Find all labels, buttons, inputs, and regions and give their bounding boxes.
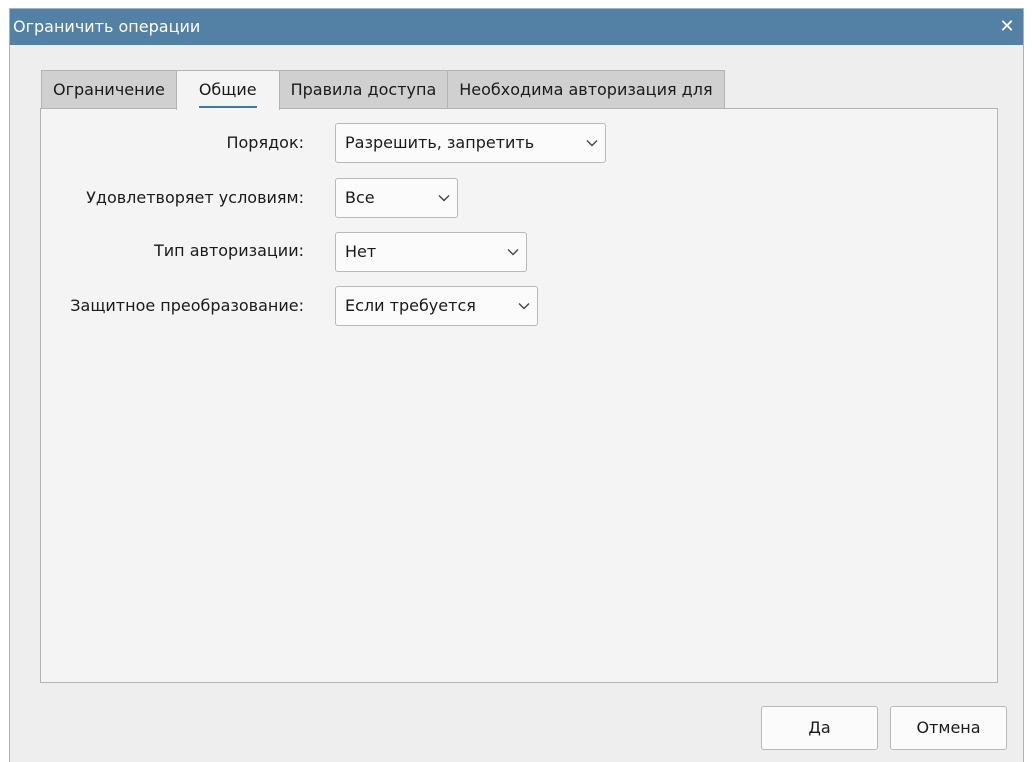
order-select[interactable]: Разрешить, запретить: [335, 123, 606, 163]
chevron-down-icon: [518, 303, 530, 310]
tab-restriction[interactable]: Ограничение: [41, 70, 177, 109]
satisfy-select-value: Все: [345, 188, 375, 207]
auth-type-select[interactable]: Нет: [335, 232, 527, 272]
order-select-value: Разрешить, запретить: [345, 133, 535, 152]
tab-panel-general: Порядок: Разрешить, запретить Удовлетвор…: [40, 108, 998, 683]
encryption-label: Защитное преобразование:: [70, 296, 304, 315]
chevron-down-icon: [507, 249, 519, 256]
tab-bar: Ограничение Общие Правила доступа Необхо…: [41, 70, 725, 110]
tab-auth-required[interactable]: Необходима авторизация для: [447, 70, 725, 109]
encryption-select[interactable]: Если требуется: [335, 286, 538, 326]
encryption-select-value: Если требуется: [345, 296, 476, 315]
tab-label: Общие: [198, 74, 257, 108]
tab-access-rules[interactable]: Правила доступа: [278, 70, 449, 109]
dialog-window: Ограничить операции ✕ Ограничение Общие …: [10, 9, 1023, 762]
tab-label: Необходима авторизация для: [459, 80, 713, 99]
tab-label: Ограничение: [53, 80, 165, 99]
chevron-down-icon: [586, 140, 598, 147]
tab-label: Правила доступа: [290, 80, 437, 99]
auth-type-select-value: Нет: [345, 242, 377, 261]
tab-general[interactable]: Общие: [175, 70, 280, 110]
window-title: Ограничить операции: [13, 17, 201, 36]
chevron-down-icon: [438, 195, 450, 202]
cancel-button[interactable]: Отмена: [890, 706, 1007, 750]
satisfy-label: Удовлетворяет условиям:: [86, 188, 304, 207]
title-bar[interactable]: Ограничить операции ✕: [10, 9, 1023, 45]
order-label: Порядок:: [226, 133, 304, 152]
satisfy-select[interactable]: Все: [335, 178, 458, 218]
close-icon[interactable]: ✕: [997, 17, 1017, 37]
ok-button[interactable]: Да: [761, 706, 878, 750]
auth-type-label: Тип авторизации:: [153, 241, 304, 260]
